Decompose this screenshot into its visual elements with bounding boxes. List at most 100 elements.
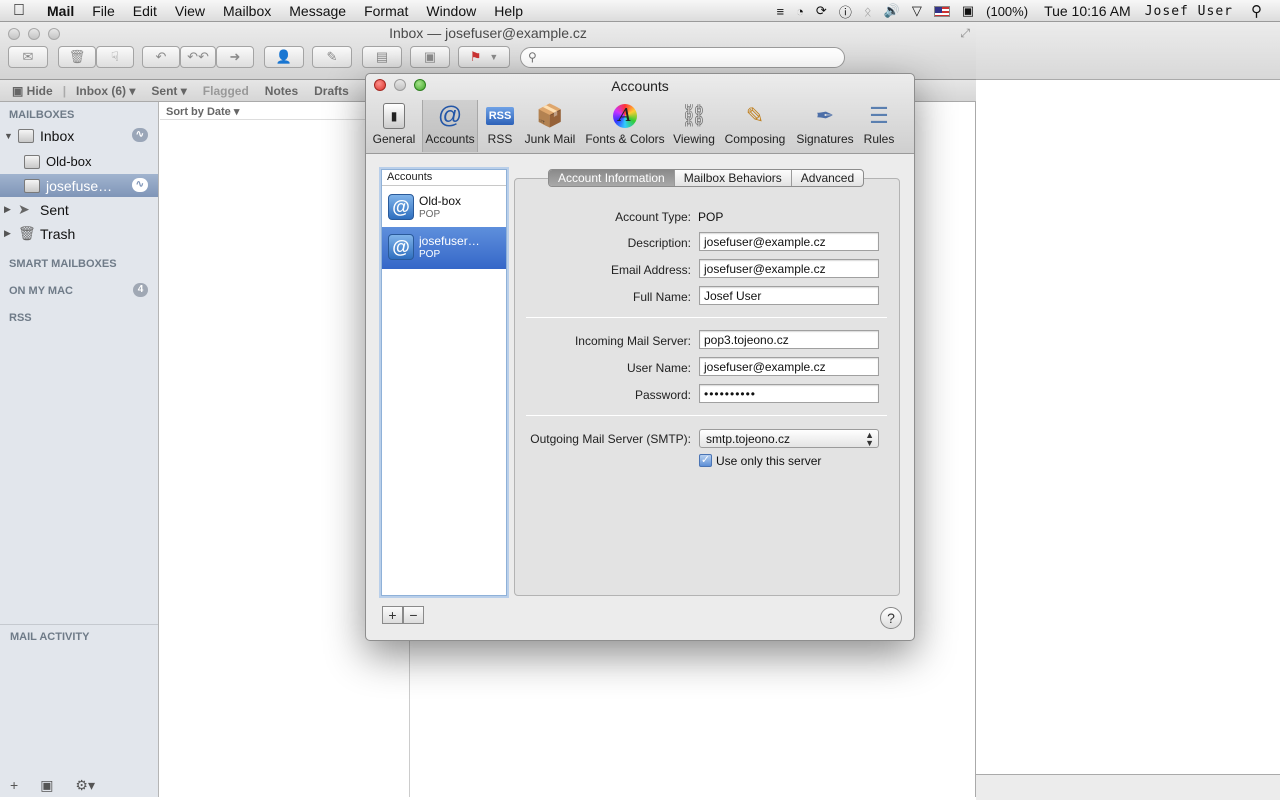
search-icon: ⚲ (528, 50, 537, 64)
tab-accounts[interactable]: @ Accounts (422, 100, 478, 152)
menu-file[interactable]: File (83, 0, 124, 22)
menu-message[interactable]: Message (280, 0, 355, 22)
tab-general[interactable]: ▮ General (372, 100, 416, 152)
activity-icon: ∿ (131, 128, 148, 142)
flag-button[interactable]: ⚑ ▼ (458, 46, 510, 68)
user-name-label: User Name: (626, 361, 691, 375)
show-activity-icon[interactable]: ▣ (40, 777, 53, 794)
add-account-button[interactable]: + (382, 606, 403, 624)
fav-notes[interactable]: Notes (257, 84, 306, 98)
disclosure-open-icon[interactable]: ▼ (4, 131, 14, 141)
email-address-field[interactable]: josefuser@example.cz (699, 259, 879, 278)
menu-edit[interactable]: Edit (124, 0, 166, 22)
bluetooth-icon[interactable]: ᛟ (858, 4, 878, 19)
list-item[interactable]: @ Old-box POP (382, 187, 506, 229)
search-input[interactable]: ⚲ (520, 47, 845, 68)
apple-menu-icon[interactable]:  (0, 2, 38, 20)
fav-flagged[interactable]: Flagged (195, 84, 257, 98)
tab-rules[interactable]: ☰ Rules (860, 100, 898, 152)
alert-status-icon[interactable]: ⓘ (833, 2, 858, 21)
mail-toolbar: Inbox — josefuser@example.cz ⤢ ✉ 🗑 ☟ ↶ ↶… (0, 22, 976, 80)
tab-composing[interactable]: ✎ Composing (722, 100, 788, 152)
sidebar-item-trash[interactable]: ▶ 🗑 Trash (0, 222, 158, 245)
menu-view[interactable]: View (166, 0, 214, 22)
menu-format[interactable]: Format (355, 0, 417, 22)
at-sign-icon: @ (388, 194, 414, 220)
tab-account-information[interactable]: Account Information (549, 170, 675, 186)
wifi-icon[interactable]: ▽ (906, 3, 928, 19)
sidebar-item-label: Sent (40, 201, 69, 218)
smtp-server-value: smtp.tojeono.cz (706, 432, 791, 446)
user-name-field[interactable]: josefuser@example.cz (699, 357, 879, 376)
rss-header[interactable]: RSS (9, 312, 32, 324)
delete-button[interactable]: 🗑 (58, 46, 96, 68)
gear-icon[interactable]: ⚙▾ (75, 777, 95, 794)
background-window (976, 22, 1280, 800)
description-field[interactable]: josefuser@example.cz (699, 232, 879, 251)
menu-mailbox[interactable]: Mailbox (214, 0, 280, 22)
sidebar-item-inbox[interactable]: ▼ Inbox ∿ (0, 124, 158, 147)
tab-advanced[interactable]: Advanced (792, 170, 863, 186)
menu-window[interactable]: Window (417, 0, 485, 22)
account-name: josefuser… (419, 234, 480, 248)
reply-all-button[interactable]: ↶↶ (180, 46, 216, 68)
menu-mail[interactable]: Mail (38, 0, 83, 22)
sidebar-item-oldbox[interactable]: Old-box (0, 150, 158, 173)
note-icon: ▤ (375, 49, 389, 64)
archive-button[interactable]: ▣ (410, 46, 450, 68)
note-button[interactable]: ▤ (362, 46, 402, 68)
paper-plane-icon: ➤ (18, 201, 30, 217)
full-name-field[interactable]: Josef User (699, 286, 879, 305)
tab-viewing[interactable]: ⛓ Viewing (670, 100, 718, 152)
menu-help[interactable]: Help (485, 0, 532, 22)
tab-mailbox-behaviors[interactable]: Mailbox Behaviors (675, 170, 792, 186)
spotlight-icon[interactable]: ⚲ (1245, 2, 1280, 20)
junk-button[interactable]: ☟ (96, 46, 134, 68)
add-mailbox-icon[interactable]: + (10, 777, 18, 793)
fav-sent[interactable]: Sent ▾ (143, 84, 194, 98)
forward-button[interactable]: ➜ (216, 46, 254, 68)
dropbox-status-icon[interactable]: ≡ (770, 4, 790, 19)
inbox-icon (24, 178, 40, 193)
tab-label: Fonts & Colors (585, 132, 665, 146)
sync-status-icon[interactable]: ⟳ (810, 3, 833, 19)
list-item[interactable]: @ josefuser… POP (382, 227, 506, 269)
input-source-flag-icon[interactable] (928, 5, 956, 17)
use-only-this-server-checkbox[interactable]: ✓ (699, 454, 712, 467)
tab-fonts-colors[interactable]: A Fonts & Colors (584, 100, 666, 152)
use-only-this-server-label[interactable]: Use only this server (716, 454, 821, 468)
battery-icon[interactable]: ▣ (956, 3, 980, 19)
tab-rss[interactable]: RSS RSS (482, 100, 518, 152)
get-mail-button[interactable]: ✉ (8, 46, 48, 68)
smtp-server-select[interactable]: smtp.tojeono.cz ▲ ▼ (699, 429, 879, 448)
fullscreen-icon[interactable]: ⤢ (960, 26, 970, 41)
reply-button[interactable]: ↶ (142, 46, 180, 68)
compose-button[interactable]: ✎ (312, 46, 352, 68)
tab-signatures[interactable]: ✒ Signatures (792, 100, 858, 152)
password-field[interactable]: •••••••••• (699, 384, 879, 403)
battery-percent[interactable]: (100%) (980, 4, 1034, 19)
trash-icon: 🗑 (18, 225, 36, 241)
sidebar-item-sent[interactable]: ▶ ➤ Sent (0, 198, 158, 221)
incoming-server-field[interactable]: pop3.tojeono.cz (699, 330, 879, 349)
user-name[interactable]: Josef User (1137, 4, 1245, 19)
tab-junk-mail[interactable]: 📦 Junk Mail (522, 100, 578, 152)
smart-mailboxes-header[interactable]: SMART MAILBOXES (9, 258, 117, 270)
clock[interactable]: Tue 10:16 AM (1034, 3, 1137, 19)
hide-mailboxes-button[interactable]: ▣ Hide (0, 84, 61, 98)
volume-icon[interactable]: 🔊 (878, 3, 906, 19)
fav-inbox[interactable]: Inbox (6) ▾ (68, 84, 143, 98)
on-my-mac-header[interactable]: ON MY MAC (9, 285, 73, 297)
address-button[interactable]: 👤 (264, 46, 304, 68)
help-button[interactable]: ? (880, 607, 902, 629)
inbox-icon (24, 154, 40, 169)
fav-drafts[interactable]: Drafts (306, 84, 357, 98)
divider (0, 624, 158, 625)
timemachine-status-icon[interactable]: ◔ (790, 4, 810, 19)
remove-account-button[interactable]: − (403, 606, 424, 624)
sidebar-item-josefuser[interactable]: josefuse… ∿ (0, 174, 158, 197)
disclosure-closed-icon[interactable]: ▶ (4, 204, 14, 215)
on-my-mac-badge: 4 (133, 283, 148, 297)
popup-arrows-icon: ▲ ▼ (865, 430, 874, 448)
disclosure-closed-icon[interactable]: ▶ (4, 228, 14, 239)
